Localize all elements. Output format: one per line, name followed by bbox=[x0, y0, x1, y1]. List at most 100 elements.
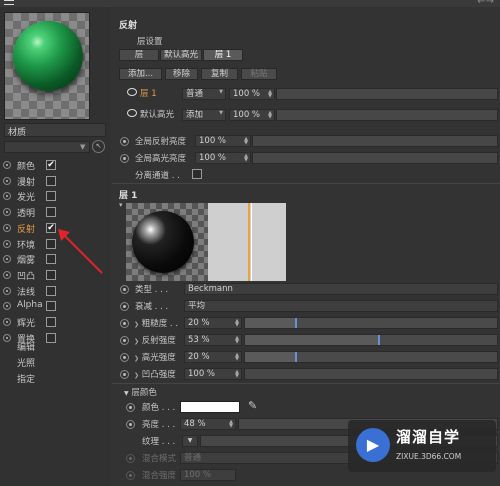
keyframe-radio-icon[interactable] bbox=[3, 161, 11, 169]
roughness-slider[interactable] bbox=[244, 317, 498, 329]
layer-1-slider[interactable] bbox=[276, 88, 498, 100]
keyframe-radio-icon[interactable] bbox=[3, 208, 11, 216]
eye-icon[interactable] bbox=[127, 109, 137, 117]
global-reflect-field[interactable]: 100 % ▲ ▼ bbox=[195, 135, 251, 147]
keyframe-radio-icon[interactable] bbox=[120, 370, 129, 379]
expand-icon[interactable]: ❯ bbox=[134, 355, 139, 362]
separate-pass-checkbox[interactable] bbox=[192, 169, 202, 179]
material-name-field[interactable]: 材质 bbox=[4, 123, 106, 138]
brightness-field[interactable]: 48 % ▲ ▼ bbox=[180, 418, 236, 430]
channel-checkbox[interactable] bbox=[46, 254, 56, 264]
attenuation-select[interactable]: 平均 bbox=[184, 300, 498, 312]
bump-strength-field[interactable]: 100 % ▲ ▼ bbox=[184, 368, 242, 380]
default-specular-name[interactable]: 默认高光 bbox=[140, 108, 174, 120]
keyframe-radio-icon[interactable] bbox=[126, 471, 135, 480]
keyframe-radio-icon[interactable] bbox=[3, 255, 11, 263]
default-specular-mode-value: 添加 bbox=[186, 110, 204, 120]
layer-1-value[interactable]: 100 % ▲ ▼ bbox=[229, 88, 275, 100]
layer-1-mode[interactable]: 普通 ▼ bbox=[182, 88, 226, 100]
blend-mode-label: 混合模式 bbox=[142, 454, 177, 464]
reflect-strength-slider[interactable] bbox=[244, 334, 498, 346]
keyframe-radio-icon[interactable] bbox=[120, 137, 129, 146]
default-specular-value[interactable]: 100 % ▲ ▼ bbox=[229, 109, 275, 121]
blend-strength-field[interactable]: 100 % bbox=[180, 469, 236, 481]
pick-icon[interactable]: ↖ bbox=[92, 140, 105, 153]
channel-checkbox[interactable]: ✔ bbox=[46, 223, 56, 233]
type-select[interactable]: Beckmann bbox=[184, 283, 498, 295]
global-specular-slider[interactable] bbox=[252, 152, 498, 164]
sidebar-item-edit[interactable]: 编辑 bbox=[17, 340, 35, 353]
keyframe-radio-icon[interactable] bbox=[3, 287, 11, 295]
slider-handle[interactable] bbox=[378, 335, 380, 345]
nav-arrows-icon[interactable]: ←→ bbox=[477, 0, 494, 7]
slider-handle[interactable] bbox=[295, 318, 297, 328]
roughness-field[interactable]: 20 % ▲ ▼ bbox=[184, 317, 242, 329]
keyframe-radio-icon[interactable] bbox=[126, 420, 135, 429]
channel-checkbox[interactable] bbox=[46, 333, 56, 343]
keyframe-radio-icon[interactable] bbox=[3, 334, 11, 342]
channel-checkbox[interactable] bbox=[46, 317, 56, 327]
keyframe-radio-icon[interactable] bbox=[120, 154, 129, 163]
color-swatch[interactable] bbox=[180, 401, 240, 413]
remove-button[interactable]: 移除 bbox=[165, 68, 198, 80]
material-select[interactable] bbox=[4, 141, 90, 153]
tab-default-specular[interactable]: 默认高光 bbox=[160, 49, 202, 61]
keyframe-radio-icon[interactable] bbox=[120, 285, 129, 294]
layer-1-name[interactable]: 层 1 bbox=[140, 87, 157, 99]
global-specular-field[interactable]: 100 % ▲ ▼ bbox=[195, 152, 251, 164]
eye-icon[interactable] bbox=[127, 88, 137, 96]
slider-handle[interactable] bbox=[295, 352, 297, 362]
channel-checkbox[interactable] bbox=[46, 176, 56, 186]
default-specular-mode[interactable]: 添加 ▼ bbox=[182, 109, 226, 121]
expand-icon[interactable]: ❯ bbox=[134, 321, 139, 328]
tab-layer-1[interactable]: 层 1 bbox=[203, 49, 243, 61]
channel-item[interactable]: Alpha bbox=[0, 299, 110, 313]
keyframe-radio-icon[interactable] bbox=[120, 319, 129, 328]
expand-icon[interactable]: ❯ bbox=[134, 372, 139, 379]
keyframe-radio-icon[interactable] bbox=[120, 353, 129, 362]
spec-strength-field[interactable]: 20 % ▲ ▼ bbox=[184, 351, 242, 363]
sidebar-item-assign[interactable]: 指定 bbox=[17, 372, 35, 385]
paste-button[interactable]: 粘贴 bbox=[241, 68, 277, 80]
channel-checkbox[interactable]: ✔ bbox=[46, 160, 56, 170]
keyframe-radio-icon[interactable] bbox=[3, 192, 11, 200]
add-button[interactable]: 添加... bbox=[119, 68, 162, 80]
texture-menu-button[interactable]: ▼ bbox=[182, 435, 198, 447]
channel-checkbox[interactable] bbox=[46, 301, 56, 311]
expand-icon[interactable]: ❯ bbox=[134, 338, 139, 345]
channel-checkbox[interactable] bbox=[46, 191, 56, 201]
channel-item[interactable]: 法线 bbox=[0, 284, 110, 298]
channel-checkbox[interactable] bbox=[46, 239, 56, 249]
sidebar-item-illumination[interactable]: 光照 bbox=[17, 356, 35, 369]
chevron-down-icon[interactable]: ▼ bbox=[80, 143, 85, 151]
global-reflect-slider[interactable] bbox=[252, 135, 498, 147]
keyframe-radio-icon[interactable] bbox=[3, 224, 11, 232]
default-specular-slider[interactable] bbox=[276, 109, 498, 121]
keyframe-radio-icon[interactable] bbox=[3, 240, 11, 248]
channel-checkbox[interactable] bbox=[46, 286, 56, 296]
channel-item[interactable]: 发光 bbox=[0, 189, 110, 203]
channel-item[interactable]: 辉光 bbox=[0, 315, 110, 329]
keyframe-radio-icon[interactable] bbox=[3, 271, 11, 279]
keyframe-radio-icon[interactable] bbox=[126, 403, 135, 412]
keyframe-radio-icon[interactable] bbox=[120, 302, 129, 311]
keyframe-radio-icon[interactable] bbox=[3, 302, 11, 310]
menu-icon[interactable] bbox=[4, 0, 14, 5]
channel-item[interactable]: 透明 bbox=[0, 205, 110, 219]
channel-checkbox[interactable] bbox=[46, 207, 56, 217]
copy-button[interactable]: 复制 bbox=[201, 68, 238, 80]
spec-strength-slider[interactable] bbox=[244, 351, 498, 363]
keyframe-radio-icon[interactable] bbox=[3, 318, 11, 326]
keyframe-radio-icon[interactable] bbox=[120, 336, 129, 345]
channel-checkbox[interactable] bbox=[46, 270, 56, 280]
keyframe-radio-icon[interactable] bbox=[3, 177, 11, 185]
eyedropper-icon[interactable]: ✎ bbox=[248, 399, 257, 412]
collapse-icon[interactable]: ▾ bbox=[119, 201, 123, 209]
layer-color-header[interactable]: ▼ 层颜色 bbox=[124, 386, 157, 398]
tab-layer[interactable]: 层 bbox=[119, 49, 159, 61]
keyframe-radio-icon[interactable] bbox=[126, 454, 135, 463]
channel-item[interactable]: 漫射 bbox=[0, 174, 110, 188]
bump-strength-slider[interactable] bbox=[244, 368, 498, 380]
reflect-strength-field[interactable]: 53 % ▲ ▼ bbox=[184, 334, 242, 346]
channel-item[interactable]: 颜色 ✔ bbox=[0, 158, 110, 172]
